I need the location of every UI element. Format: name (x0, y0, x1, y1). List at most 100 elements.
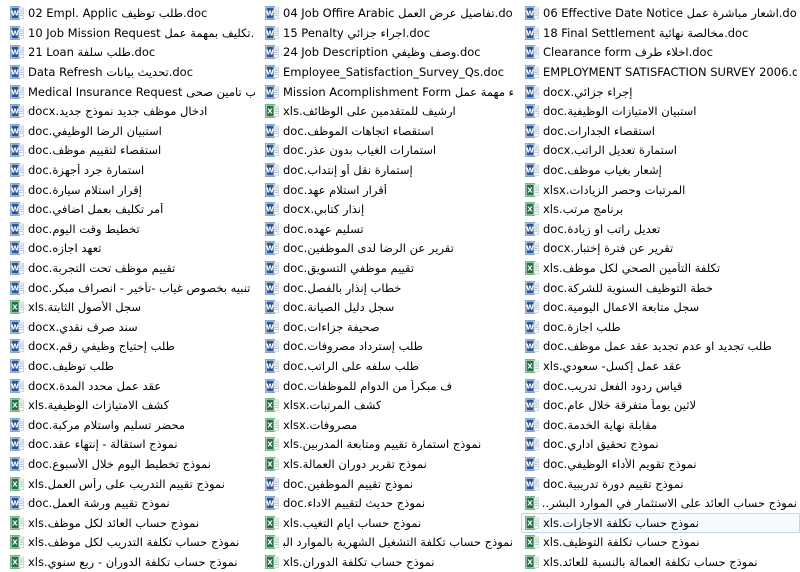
file-list-item[interactable]: W Medical Insurance Request طلب تامين صحى… (6, 82, 258, 102)
file-list-item[interactable]: W استمارة جرد أجهزة.doc (6, 161, 258, 181)
excel-doc-icon: X (265, 104, 279, 119)
file-list-item[interactable]: W تعديل راتب او زيادة.doc (521, 220, 800, 240)
file-list-item[interactable]: W استبيان الامتيازات الوظيفية.doc (521, 102, 800, 122)
file-list-item[interactable]: W خطة التوظيف السنوية للشركة.doc (521, 278, 800, 298)
file-list-item[interactable]: W نموذج حديث لتقييم الاداء.doc (261, 494, 516, 514)
file-list-item[interactable]: W ف مبكراً من الدوام للموظفات.doc (261, 376, 516, 396)
file-list-item[interactable]: W إنذار كتابي.docx (261, 200, 516, 220)
file-list-item[interactable]: X عقد عمل إكسل- سعودي.xls (521, 357, 800, 377)
file-list-item[interactable]: W نموذج تحقيق اداري.doc (521, 435, 800, 455)
file-list-item[interactable]: X سجل الأصول الثابتة.xls (6, 298, 258, 318)
file-list-item[interactable]: W EMPLOYMENT SATISFACTION SURVEY 2006.doc (521, 63, 800, 83)
file-list-item[interactable]: X كشف المرتبات.xlsx (261, 396, 516, 416)
file-list-item[interactable]: X نموذج حساب العائد على الاستثمار في المو… (521, 494, 800, 514)
file-list-item[interactable]: W تعهد اجازه.doc (6, 239, 258, 259)
file-list-item[interactable]: W 04 Job Offire Arabic تفاصيل عرض العمل.d… (261, 4, 516, 24)
file-list-item[interactable]: W نموذج تقييم ورشة العمل.doc (6, 494, 258, 514)
file-name-label: 15 Penalty اجراء جزائي.doc (283, 26, 431, 40)
file-list-item[interactable]: X نموذج حساب العائد لكل موظف.xls (6, 513, 258, 533)
file-list-item[interactable]: W طلب اجازة.doc (521, 318, 800, 338)
file-list-item[interactable]: W تخطيط وقت اليوم.doc (6, 220, 258, 240)
file-list-item[interactable]: W تقييم موظفي التسويق.doc (261, 259, 516, 279)
file-name-label: أقرار استلام عهد.doc (283, 183, 387, 197)
file-list-item[interactable]: W صحيفة جزاءات.doc (261, 318, 516, 338)
file-list-item[interactable]: W مقابلة نهاية الخدمة.doc (521, 415, 800, 435)
file-list-item[interactable]: W استقصاء الجدارات.doc (521, 122, 800, 142)
word-doc-icon: W (525, 456, 539, 472)
file-list-item[interactable]: W أمر تكليف بعمل اضافي.doc (6, 200, 258, 220)
file-list-item[interactable]: X مصروفات.xlsx (261, 415, 516, 435)
file-list-item[interactable]: W Mission Acomplishment Form انهاء مهمة ع… (261, 82, 516, 102)
file-list-item[interactable]: W طلب إحتياج وظيفي رقم.docx (6, 337, 258, 357)
file-list-item[interactable]: W نموذج تقييم الموظفين.doc (261, 474, 516, 494)
file-list-item[interactable]: W تقييم موظف تحت التجربة.doc (6, 259, 258, 279)
file-list-item[interactable]: X برنامج مرتب.xls (521, 200, 800, 220)
file-list-item[interactable]: W 24 Job Description وصف وظيفي.doc (261, 43, 516, 63)
svg-text:W: W (266, 69, 274, 77)
file-list-item[interactable]: X نموذج تقييم التدريب على رأس العمل.xls (6, 474, 258, 494)
file-list-item[interactable]: W تسليم عهده.doc (261, 220, 516, 240)
file-list-item[interactable]: W لاثين يوماً متفرقة خلال عام.doc (521, 396, 800, 416)
file-list-item[interactable]: W Clearance form اخلاء طرف.doc (521, 43, 800, 63)
file-list-item[interactable]: X كشف الامتيازات الوظيفية.xls (6, 396, 258, 416)
file-list-item[interactable]: W خطاب إنذار بالفصل.doc (261, 278, 516, 298)
file-list-item[interactable]: X نموذج حساب تكلفة التوظيف.xls (521, 533, 800, 553)
file-list-item[interactable]: W تقرير عن فترة إختبار.docx (521, 239, 800, 259)
file-list-item[interactable]: W إشعار بغياب موظف.doc (521, 161, 800, 181)
file-list-item[interactable]: W تنبيه بخصوص غياب -تأخير - انصراف مبكر.d… (6, 278, 258, 298)
file-list-item[interactable]: W قياس ردود الفعل تدريب.doc (521, 376, 800, 396)
file-list-item[interactable]: W استمارة تعديل الراتب.docx (521, 141, 800, 161)
svg-text:W: W (11, 500, 19, 508)
file-list-item[interactable]: W 06 Effective Date Notice اشعار مباشرة ع… (521, 4, 800, 24)
file-list-item[interactable]: X نموذج حساب تكلفة الدوران.xls (261, 553, 516, 572)
file-list-item[interactable]: W طلب إسترداد مصروفات.doc (261, 337, 516, 357)
file-name-label: 02 Empl. Applic طلب توظيف.doc (28, 7, 208, 21)
file-list-item[interactable]: W سجل دليل الصيانة.doc (261, 298, 516, 318)
file-list-item[interactable]: W استقصاء اتجاهات الموظف.doc (261, 122, 516, 142)
file-list-item[interactable]: W استقصاء لتقييم موظف.doc (6, 141, 258, 161)
file-list-item[interactable]: X نموذج استمارة تقييم ومتابعة المدربين.xl… (261, 435, 516, 455)
file-list-item[interactable]: W طلب توظيف.doc (6, 357, 258, 377)
file-list-item[interactable]: W 02 Empl. Applic طلب توظيف.doc (6, 4, 258, 24)
file-list-item[interactable]: W استبيان الرضا الوظيفي.doc (6, 122, 258, 142)
file-list-item[interactable]: W Data Refresh تحديث بيانات.doc (6, 63, 258, 83)
file-list-item[interactable]: W 15 Penalty اجراء جزائي.doc (261, 24, 516, 44)
file-explorer-list-view[interactable]: W 02 Empl. Applic طلب توظيف.doc W 10 Job Mi… (0, 0, 800, 569)
file-list-item[interactable]: W محضر تسليم واستلام مركبة.doc (6, 415, 258, 435)
file-list-item[interactable]: X المرتبات وحصر الزيادات.xlsx (521, 180, 800, 200)
file-list-item[interactable]: W إقرار استلام سيارة.doc (6, 180, 258, 200)
file-list-item[interactable]: X نموذج حساب تكلفة التشغيل الشهرية بالموا… (261, 533, 516, 553)
word-doc-icon: W (525, 319, 539, 335)
file-list-item[interactable]: X ارشيف للمتقدمين على الوظائف.xls (261, 102, 516, 122)
file-list-item[interactable]: W استمارات الغياب بدون عذر.doc (261, 141, 516, 161)
file-list-item[interactable]: W نموذج استقالة - إنتهاء عقد.doc (6, 435, 258, 455)
file-list-item[interactable]: X نموذج حساب تكلفة الاجازات.xls (521, 513, 800, 534)
file-list-item[interactable]: X نموذج حساب ايام التغيب.xls (261, 513, 516, 533)
file-list-item[interactable]: W 21 Loan طلب سلفة.doc (6, 43, 258, 63)
file-list-item[interactable]: W نموذج تخطيط اليوم خلال الأسبوع.doc (6, 455, 258, 475)
file-list-item[interactable]: W 18 Final Settlement مخالصة نهائية.doc (521, 24, 800, 44)
file-list-item[interactable]: X نموذج حساب تكلفة الدوران - ربع سنوي.xls (6, 553, 258, 572)
word-doc-icon: W (10, 84, 24, 100)
file-list-item[interactable]: W طلب تجديد او عدم تجديد عقد عمل موظف.doc (521, 337, 800, 357)
file-list-item[interactable]: W إجراء جزائي.docx (521, 82, 800, 102)
file-list-item[interactable]: W سجل متابعة الاعمال اليومية.doc (521, 298, 800, 318)
file-list-item[interactable]: W عقد عمل محدد المدة.docx (6, 376, 258, 396)
file-list-item[interactable]: W نموذج تقييم دورة تدريبية.doc (521, 474, 800, 494)
file-name-label: نموذج حديث لتقييم الاداء.doc (283, 497, 426, 511)
file-list-item[interactable]: W تقرير عن الرضا لدى الموظفين.doc (261, 239, 516, 259)
file-list-item[interactable]: W أقرار استلام عهد.doc (261, 180, 516, 200)
file-list-item[interactable]: W ادخال موظف جديد نموذج جديد.docx (6, 102, 258, 122)
file-list-item[interactable]: W Employee_Satisfaction_Survey_Qs.doc (261, 63, 516, 83)
file-list-item[interactable]: X نموذج حساب تكلفة التدريب لكل موظف.xls (6, 533, 258, 553)
word-doc-icon: W (525, 241, 539, 256)
file-list-item[interactable]: W سند صرف نقدي.docx (6, 318, 258, 338)
file-list-item[interactable]: W إستمارة نقل أو إنتداب.doc (261, 161, 516, 181)
file-list-item[interactable]: W 10 Job Mission Request تكليف بمهمة عمل.… (6, 24, 258, 44)
file-list-item[interactable]: X تكلفة التأمين الصحي لكل موظف.xls (521, 259, 800, 279)
file-list-item[interactable]: W نموذج تقويم الأداء الوظيفي.doc (521, 455, 800, 475)
file-list-item[interactable]: X نموذج حساب تكلفة العمالة بالنسبة للعائد… (521, 553, 800, 572)
file-name-label: Data Refresh تحديث بيانات.doc (28, 66, 194, 80)
file-list-item[interactable]: W طلب سلفه على الراتب.doc (261, 357, 516, 377)
file-list-item[interactable]: X نموذج تقرير دوران العمالة.xls (261, 455, 516, 475)
